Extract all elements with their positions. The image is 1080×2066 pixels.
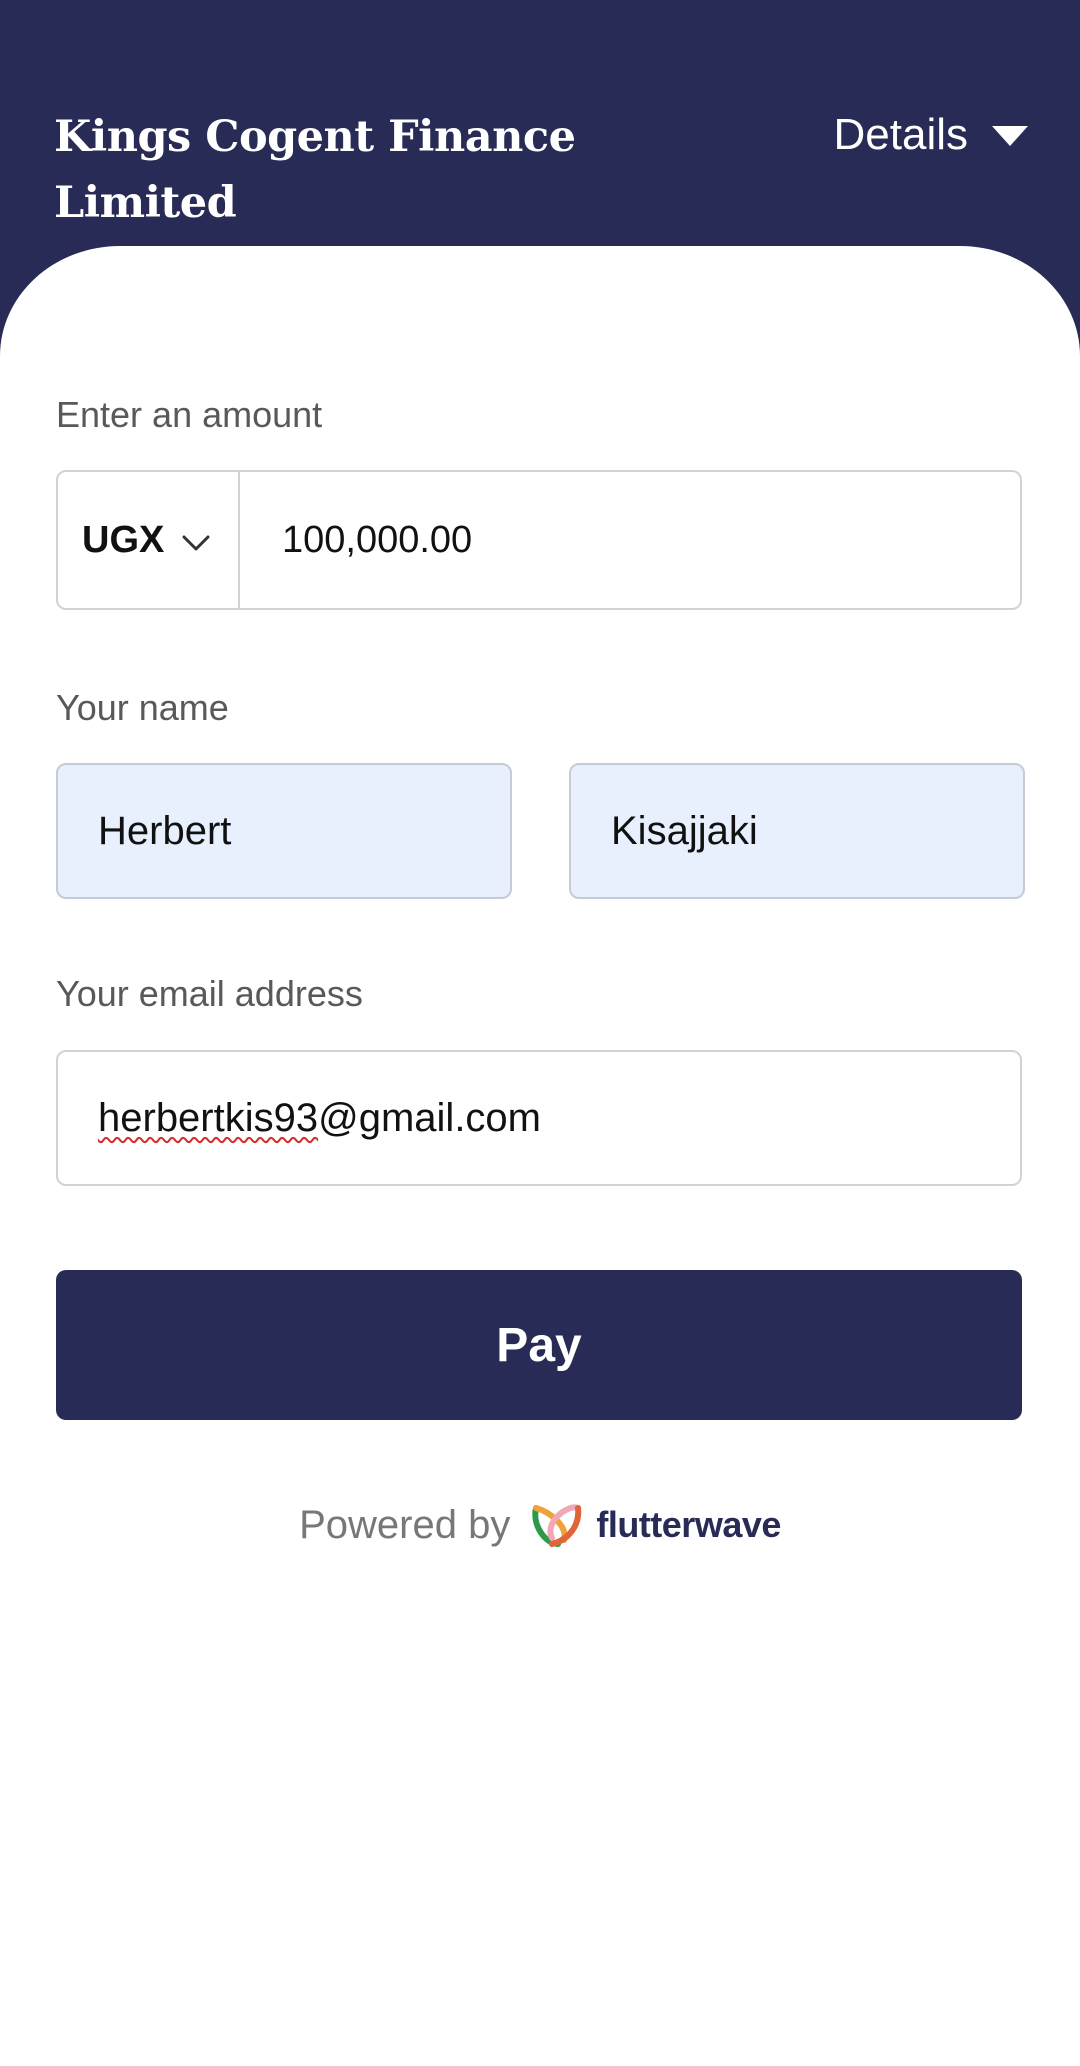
powered-by: Powered by flutterwave bbox=[0, 1500, 1080, 1550]
amount-label: Enter an amount bbox=[56, 394, 323, 435]
flutterwave-brand: flutterwave bbox=[596, 1504, 781, 1545]
chevron-down-icon bbox=[182, 519, 210, 562]
email-value-flagged: herbertkis93 bbox=[98, 1095, 319, 1140]
last-name-input[interactable]: Kisajjaki bbox=[569, 763, 1025, 899]
details-label: Details bbox=[833, 110, 969, 159]
first-name-input[interactable]: Herbert bbox=[56, 763, 512, 899]
currency-value: UGX bbox=[82, 518, 165, 561]
merchant-name-line2: Limited bbox=[54, 178, 237, 228]
email-input[interactable]: herbertkis93 @gmail.com bbox=[56, 1050, 1022, 1186]
email-value-domain: @gmail.com bbox=[318, 1095, 541, 1140]
amount-field: UGX 100,000.00 bbox=[56, 470, 1022, 610]
email-label: Your email address bbox=[56, 973, 363, 1014]
caret-down-icon bbox=[992, 126, 1028, 146]
powered-by-label: Powered by bbox=[299, 1502, 511, 1547]
pay-button[interactable]: Pay bbox=[56, 1270, 1022, 1420]
amount-input[interactable]: 100,000.00 bbox=[240, 472, 1020, 608]
merchant-name-line1: Kings Cogent Finance bbox=[54, 112, 576, 162]
flutterwave-logo-icon bbox=[528, 1500, 584, 1550]
merchant-name: Kings Cogent Finance Limited bbox=[54, 104, 694, 236]
details-toggle[interactable]: Details bbox=[833, 110, 1028, 160]
name-label: Your name bbox=[56, 687, 229, 728]
currency-select[interactable]: UGX bbox=[58, 472, 240, 608]
